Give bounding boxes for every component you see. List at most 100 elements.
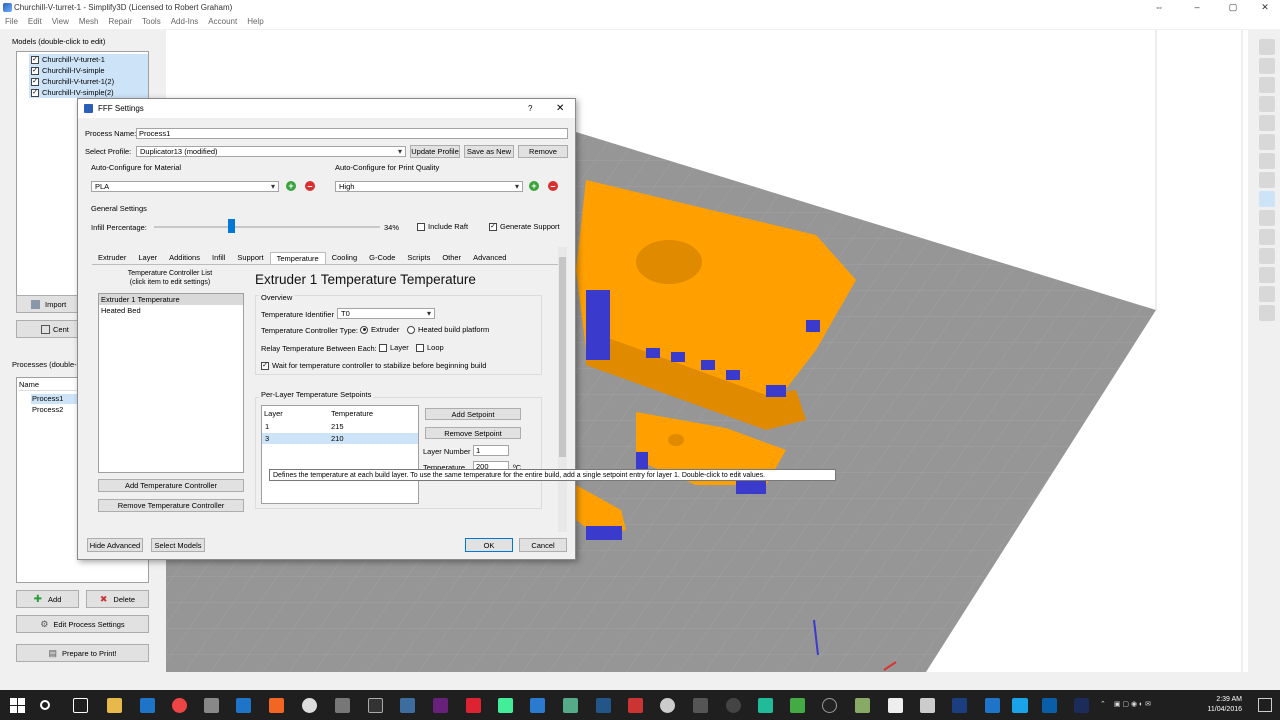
app-icon-6[interactable] xyxy=(498,698,513,713)
add-temperature-controller-button[interactable]: Add Temperature Controller xyxy=(98,479,244,492)
relay-loop-checkbox[interactable]: Loop xyxy=(416,343,444,352)
tab-additions[interactable]: Additions xyxy=(163,252,206,264)
filezilla-icon[interactable] xyxy=(466,698,481,713)
checkbox[interactable]: ✓ xyxy=(31,66,39,75)
ok-button[interactable]: OK xyxy=(465,538,513,552)
layer-number-spinbox[interactable]: 1 xyxy=(473,445,509,456)
tab-temperature[interactable]: Temperature xyxy=(269,252,326,264)
dialog-close-button[interactable]: ✕ xyxy=(556,99,564,118)
tab-infill[interactable]: Infill xyxy=(206,252,231,264)
controller-item[interactable]: Extruder 1 Temperature xyxy=(99,294,243,305)
app-icon-14[interactable] xyxy=(758,698,773,713)
file-explorer-icon[interactable] xyxy=(107,698,122,713)
material-select[interactable]: PLA xyxy=(91,181,279,192)
close-button[interactable]: ✕ xyxy=(1246,0,1280,15)
app-icon-18[interactable] xyxy=(888,698,903,713)
menu-addins[interactable]: Add-Ins xyxy=(166,15,204,29)
add-setpoint-button[interactable]: Add Setpoint xyxy=(425,408,521,420)
menu-account[interactable]: Account xyxy=(203,15,242,29)
app-icon-3[interactable] xyxy=(302,698,317,713)
help-button[interactable]: ? xyxy=(528,99,532,118)
menu-view[interactable]: View xyxy=(47,15,74,29)
infill-slider-track[interactable] xyxy=(154,226,380,228)
checkbox[interactable]: ✓ xyxy=(31,88,39,97)
chrome-icon[interactable] xyxy=(172,698,187,713)
controller-item[interactable]: Heated Bed xyxy=(99,305,243,316)
checkbox[interactable]: ✓ xyxy=(31,77,39,86)
process-item[interactable]: Process2 xyxy=(31,405,79,415)
remove-temperature-controller-button[interactable]: Remove Temperature Controller xyxy=(98,499,244,512)
quality-select[interactable]: High xyxy=(335,181,523,192)
axes-icon[interactable] xyxy=(1259,191,1275,207)
controller-list[interactable]: Extruder 1 Temperature Heated Bed xyxy=(98,293,244,473)
app-icon-15[interactable] xyxy=(790,698,805,713)
edge-icon[interactable] xyxy=(140,698,155,713)
panel-scrollbar[interactable] xyxy=(558,247,567,532)
zoom-icon[interactable] xyxy=(1259,77,1275,93)
menu-file[interactable]: File xyxy=(0,15,23,29)
tab-other[interactable]: Other xyxy=(436,252,467,264)
app-icon-21[interactable] xyxy=(985,698,1000,713)
app-icon-9[interactable] xyxy=(596,698,611,713)
app-icon-20[interactable] xyxy=(952,698,967,713)
wait-stabilize-checkbox[interactable]: ✓ Wait for temperature controller to stab… xyxy=(261,361,486,370)
app-icon-13[interactable] xyxy=(726,698,741,713)
add-material-icon[interactable]: + xyxy=(286,181,296,191)
checkbox[interactable]: ✓ xyxy=(31,55,39,64)
relay-layer-checkbox[interactable]: Layer xyxy=(379,343,409,352)
rotate-icon[interactable] xyxy=(1259,96,1275,112)
edit-process-settings-button[interactable]: ⚙ Edit Process Settings xyxy=(16,615,149,633)
remove-material-icon[interactable]: – xyxy=(305,181,315,191)
app-icon-8[interactable] xyxy=(563,698,578,713)
wire-cube-icon[interactable] xyxy=(1259,229,1275,245)
task-view-icon[interactable] xyxy=(73,698,88,713)
model-item[interactable]: ✓ Churchill-V-turret-1 xyxy=(29,54,148,65)
search-icon[interactable] xyxy=(40,700,50,710)
tab-advanced[interactable]: Advanced xyxy=(467,252,512,264)
infill-slider-thumb[interactable] xyxy=(227,219,235,233)
delete-process-button[interactable]: ✖ Delete xyxy=(86,590,149,608)
view-iso-icon[interactable] xyxy=(1259,115,1275,131)
add-quality-icon[interactable]: + xyxy=(529,181,539,191)
notifications-icon[interactable] xyxy=(1258,698,1272,712)
temp-identifier-select[interactable]: T0 xyxy=(337,308,435,319)
restore-icon[interactable]: ⇔ xyxy=(1140,0,1178,15)
system-tray[interactable]: ⌃ ▣ ▢ ◉ ◐ ✉ xyxy=(1100,700,1200,710)
settings-icon[interactable] xyxy=(1259,286,1275,302)
outlook-icon[interactable] xyxy=(236,698,251,713)
axis-z-icon[interactable] xyxy=(1259,248,1275,264)
setpoints-table[interactable]: Layer Temperature 1 215 3 210 xyxy=(261,405,419,504)
view-top-icon[interactable] xyxy=(1259,153,1275,169)
simplify3d-taskbar-icon[interactable] xyxy=(1012,698,1028,713)
app-icon-5[interactable] xyxy=(368,698,383,713)
app-icon-7[interactable] xyxy=(530,698,545,713)
tab-cooling[interactable]: Cooling xyxy=(326,252,363,264)
process-item[interactable]: Process1 xyxy=(31,394,79,404)
scrollbar-thumb[interactable] xyxy=(559,257,566,457)
table-row[interactable]: 3 210 xyxy=(262,433,418,444)
menu-repair[interactable]: Repair xyxy=(103,15,137,29)
photoshop-icon[interactable] xyxy=(1074,698,1089,713)
menu-edit[interactable]: Edit xyxy=(23,15,47,29)
prepare-to-print-button[interactable]: ▤ Prepare to Print! xyxy=(16,644,149,662)
hide-advanced-button[interactable]: Hide Advanced xyxy=(87,538,143,552)
remove-quality-icon[interactable]: – xyxy=(548,181,558,191)
app-icon-11[interactable] xyxy=(660,698,675,713)
view-front-icon[interactable] xyxy=(1259,134,1275,150)
select-models-button[interactable]: Select Models xyxy=(151,538,205,552)
section-icon[interactable] xyxy=(1259,267,1275,283)
update-profile-button[interactable]: Update Profile xyxy=(410,145,460,158)
center-button[interactable]: Cent xyxy=(16,320,78,338)
remove-profile-button[interactable]: Remove xyxy=(518,145,568,158)
add-process-button[interactable]: ✚ Add xyxy=(16,590,79,608)
visual-studio-icon[interactable] xyxy=(433,698,448,713)
app-icon-22[interactable] xyxy=(1042,698,1057,713)
table-row[interactable]: 1 215 xyxy=(262,421,418,432)
app-icon-16[interactable] xyxy=(822,698,837,713)
cancel-button[interactable]: Cancel xyxy=(519,538,567,552)
controller-type-bed-radio[interactable]: Heated build platform xyxy=(407,325,489,334)
tab-extruder[interactable]: Extruder xyxy=(92,252,132,264)
cube-icon[interactable] xyxy=(1259,210,1275,226)
steam-icon[interactable] xyxy=(400,698,415,713)
model-item[interactable]: ✓ Churchill-IV-simple xyxy=(29,65,148,76)
